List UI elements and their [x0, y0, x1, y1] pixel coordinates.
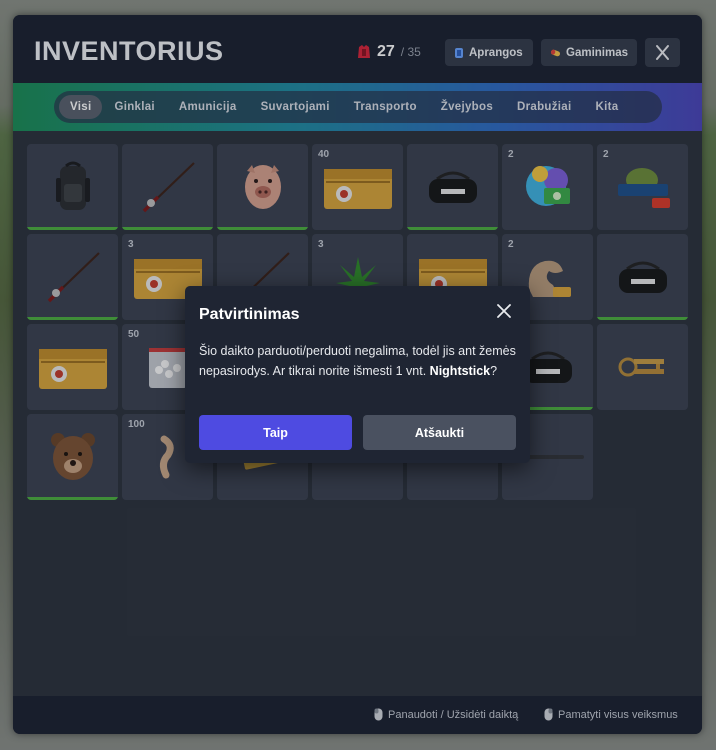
dialog-message-end: ?: [490, 364, 498, 378]
confirm-button[interactable]: Taip: [199, 415, 352, 450]
cancel-button[interactable]: Atšaukti: [363, 415, 516, 450]
dialog-title: Patvirtinimas: [199, 306, 300, 323]
confirm-dialog: Patvirtinimas Šio daikto parduoti/perduo…: [185, 286, 530, 463]
dialog-item-name: Nightstick: [429, 364, 491, 378]
dialog-close-icon[interactable]: [496, 303, 512, 319]
dialog-message: Šio daikto parduoti/perduoti negalima, t…: [199, 341, 519, 381]
